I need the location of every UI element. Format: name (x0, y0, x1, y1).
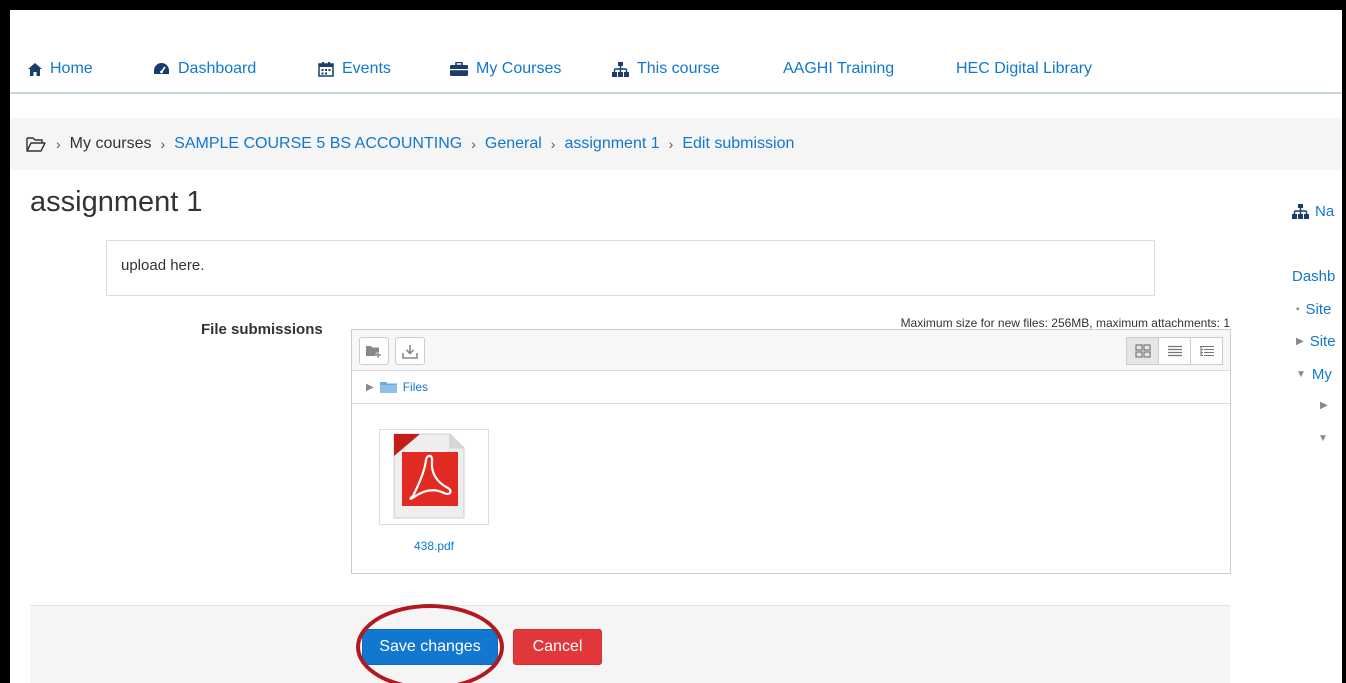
nav-hec-digital-library[interactable]: HEC Digital Library (956, 60, 1092, 78)
nav-dashboard-label: Dashboard (178, 60, 257, 77)
nav-tree-item[interactable]: ▶ Site (1296, 333, 1336, 350)
nav-aaghi-training[interactable]: AAGHI Training (783, 60, 894, 78)
sitemap-icon (1292, 204, 1309, 219)
expanded-arrow-icon: ▼ (1318, 433, 1328, 444)
pdf-icon (393, 433, 465, 519)
view-mode-group (1126, 337, 1223, 365)
breadcrumb-separator: › (160, 136, 166, 152)
nav-my-courses-label: My Courses (476, 60, 562, 77)
nav-tree-item-label: Site (1309, 333, 1336, 350)
nav-events-label: Events (342, 60, 391, 77)
download-button[interactable] (395, 337, 425, 365)
breadcrumb: › My courses › SAMPLE COURSE 5 BS ACCOUN… (10, 118, 1342, 170)
breadcrumb-separator: › (56, 136, 61, 152)
file-path-bar: ▶ Files (352, 371, 1230, 404)
nav-this-course-label: This course (637, 60, 720, 77)
assignment-intro-text: upload here. (121, 257, 205, 274)
calendar-icon (318, 62, 334, 77)
nav-home-label: Home (50, 60, 93, 77)
briefcase-icon (450, 62, 468, 76)
nav-home[interactable]: Home (28, 60, 93, 78)
breadcrumb-edit-submission[interactable]: Edit submission (682, 135, 794, 153)
view-list-button[interactable] (1158, 337, 1191, 365)
breadcrumb-separator: › (550, 136, 556, 152)
breadcrumb-separator: › (471, 136, 476, 152)
page-title: assignment 1 (30, 186, 203, 218)
create-folder-button[interactable] (359, 337, 389, 365)
nav-my-courses[interactable]: My Courses (450, 60, 561, 78)
form-actions-bar (30, 605, 1230, 683)
expanded-arrow-icon: ▼ (1296, 369, 1306, 380)
files-path-link[interactable]: Files (403, 380, 428, 394)
folder-open-icon (26, 136, 46, 152)
cancel-button[interactable]: Cancel (513, 629, 602, 665)
file-drop-area[interactable]: 438.pdf (352, 404, 1230, 574)
breadcrumb-assignment[interactable]: assignment 1 (564, 135, 659, 153)
breadcrumb-separator: › (668, 136, 674, 152)
breadcrumb-general[interactable]: General (485, 135, 542, 153)
nav-tree-item[interactable]: ▪ Site (1296, 301, 1331, 318)
collapsed-arrow-icon: ▶ (1296, 336, 1304, 347)
list-view-icon (1167, 345, 1182, 357)
nav-tree-dashboard[interactable]: Dashb (1292, 268, 1335, 285)
navigation-block: Na Dashb ▪ Site ▶ Site ▼ My ▶ ▼ (1290, 195, 1342, 683)
tree-view-icon (1199, 345, 1214, 356)
nav-tree-subitem[interactable]: ▶ (1320, 400, 1328, 411)
expand-arrow-icon[interactable]: ▶ (366, 382, 374, 393)
navigation-block-title: Na (1315, 203, 1335, 220)
view-tree-button[interactable] (1190, 337, 1223, 365)
nav-tree-item-label: My (1311, 366, 1332, 383)
top-navigation: Home Dashboard Events My Courses This co… (10, 10, 1342, 94)
view-icons-button[interactable] (1126, 337, 1159, 365)
save-changes-button[interactable]: Save changes (362, 629, 498, 665)
home-icon (28, 62, 42, 76)
file-manager-toolbar (352, 330, 1230, 371)
folder-plus-icon (366, 346, 381, 358)
download-icon (402, 344, 418, 359)
file-item-thumbnail[interactable] (379, 429, 489, 525)
nav-this-course[interactable]: This course (612, 60, 720, 78)
folder-icon (379, 382, 397, 393)
file-limits-text: Maximum size for new files: 256MB, maxim… (900, 316, 1230, 330)
file-item-name[interactable]: 438.pdf (379, 539, 489, 553)
file-submissions-label: File submissions (201, 321, 323, 338)
breadcrumb-my-courses: My courses (69, 135, 152, 152)
nav-tree-item-label: Site (1305, 301, 1332, 318)
nav-events[interactable]: Events (318, 60, 391, 78)
nav-aaghi-training-label: AAGHI Training (783, 60, 895, 77)
bullet-icon: ▪ (1296, 304, 1300, 315)
nav-tree-subitem[interactable]: ▼ (1318, 433, 1328, 444)
assignment-intro: upload here. (106, 240, 1155, 296)
navigation-block-heading: Na (1292, 203, 1334, 220)
breadcrumb-course[interactable]: SAMPLE COURSE 5 BS ACCOUNTING (174, 135, 462, 153)
sitemap-icon (612, 61, 629, 77)
nav-dashboard[interactable]: Dashboard (153, 60, 256, 78)
nav-hec-digital-library-label: HEC Digital Library (956, 60, 1093, 77)
nav-tree-item[interactable]: ▼ My (1296, 366, 1332, 383)
collapsed-arrow-icon: ▶ (1320, 400, 1328, 411)
file-manager: ▶ Files 438.pdf (351, 329, 1231, 574)
grid-view-icon (1134, 344, 1151, 358)
dashboard-icon (154, 62, 169, 74)
